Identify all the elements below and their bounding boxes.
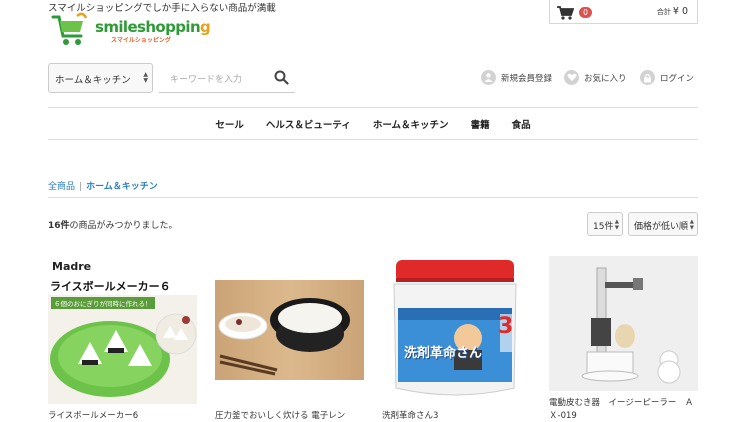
lock-icon	[640, 70, 655, 85]
product-card[interactable]: 洗剤革命さん 3 洗剤革命さん3	[382, 256, 531, 422]
shopping-cart-logo-icon	[51, 12, 88, 45]
search-placeholder: キーワードを入力	[170, 75, 243, 85]
breadcrumb-all[interactable]: 全商品	[48, 182, 75, 192]
search-icon[interactable]	[274, 70, 289, 85]
select-arrows-icon: ▲ ▼	[614, 219, 619, 231]
product-image[interactable]	[549, 256, 698, 391]
product-name[interactable]: 洗剤革命さん3	[382, 410, 531, 422]
product-image-title: ライスボールメーカー６	[50, 280, 171, 293]
product-image-label: 洗剤革命さん	[404, 346, 483, 361]
login-link[interactable]: ログイン	[640, 70, 694, 85]
product-card[interactable]: 電動皮むき器 イージーピーラー ＡＸ-019	[549, 256, 698, 422]
breadcrumb: 全商品 | ホーム＆キッチン	[48, 179, 158, 192]
product-image-number: 3	[498, 314, 514, 339]
logo-wordmark: smileshopping	[95, 18, 211, 36]
breadcrumb-separator: |	[79, 182, 83, 192]
favorites-link[interactable]: お気に入り	[564, 70, 627, 85]
cart-count-badge: 0	[579, 7, 592, 18]
cart-total: 合計 ¥ 0	[656, 6, 688, 17]
register-link[interactable]: 新規会員登録	[481, 70, 552, 85]
nav-item-home-kitchen[interactable]: ホーム＆キッチン	[373, 117, 449, 131]
product-name[interactable]: ライスボールメーカー6	[48, 410, 197, 422]
cart-icon	[557, 6, 574, 20]
result-count: 16件の商品がみつかりました。	[48, 221, 178, 231]
select-arrows-icon: ▲ ▼	[143, 71, 148, 84]
product-image-brand: Madre	[52, 260, 92, 273]
category-select[interactable]: ホーム＆キッチン ▲ ▼	[48, 63, 153, 93]
product-name[interactable]: 電動皮むき器 イージーピーラー ＡＸ-019	[549, 397, 698, 422]
nav-item-sale[interactable]: セール	[215, 117, 244, 131]
product-image[interactable]: Madre ライスボールメーカー６ ６個のおにぎりが同時に作れる！	[48, 256, 197, 404]
breadcrumb-divider	[48, 197, 698, 198]
product-name[interactable]: 圧力釜でおいしく炊ける 電子レン	[215, 410, 364, 422]
breadcrumb-current[interactable]: ホーム＆キッチン	[86, 182, 158, 192]
per-page-select[interactable]: 15件 ▲ ▼	[587, 212, 623, 236]
category-nav: セール ヘルス＆ビューティ ホーム＆キッチン 書籍 食品	[48, 107, 698, 140]
nav-item-health-beauty[interactable]: ヘルス＆ビューティ	[266, 117, 351, 131]
product-card[interactable]: Madre ライスボールメーカー６ ６個のおにぎりが同時に作れる！ ライスボール…	[48, 256, 197, 422]
product-image[interactable]: 洗剤革命さん 3	[382, 256, 531, 404]
user-icon	[481, 70, 496, 85]
nav-item-books[interactable]: 書籍	[471, 117, 490, 131]
rice-bowl-illustration	[215, 280, 364, 380]
product-card[interactable]: 圧力釜でおいしく炊ける 電子レン	[215, 256, 364, 422]
rice-ball-maker-illustration	[50, 313, 197, 397]
site-logo[interactable]: smileshopping スマイルショッピング	[50, 12, 211, 50]
search-input[interactable]: キーワードを入力	[159, 63, 295, 93]
product-image[interactable]	[215, 256, 364, 404]
heart-icon	[564, 70, 579, 85]
select-arrows-icon: ▲ ▼	[689, 219, 694, 231]
nav-item-food[interactable]: 食品	[512, 117, 531, 131]
peeler-machine-illustration	[549, 256, 698, 391]
logo-subtitle: スマイルショッピング	[111, 37, 171, 44]
sort-select[interactable]: 価格が低い順 ▲ ▼	[628, 212, 698, 236]
cart-summary[interactable]: 0 合計 ¥ 0	[549, 0, 698, 24]
